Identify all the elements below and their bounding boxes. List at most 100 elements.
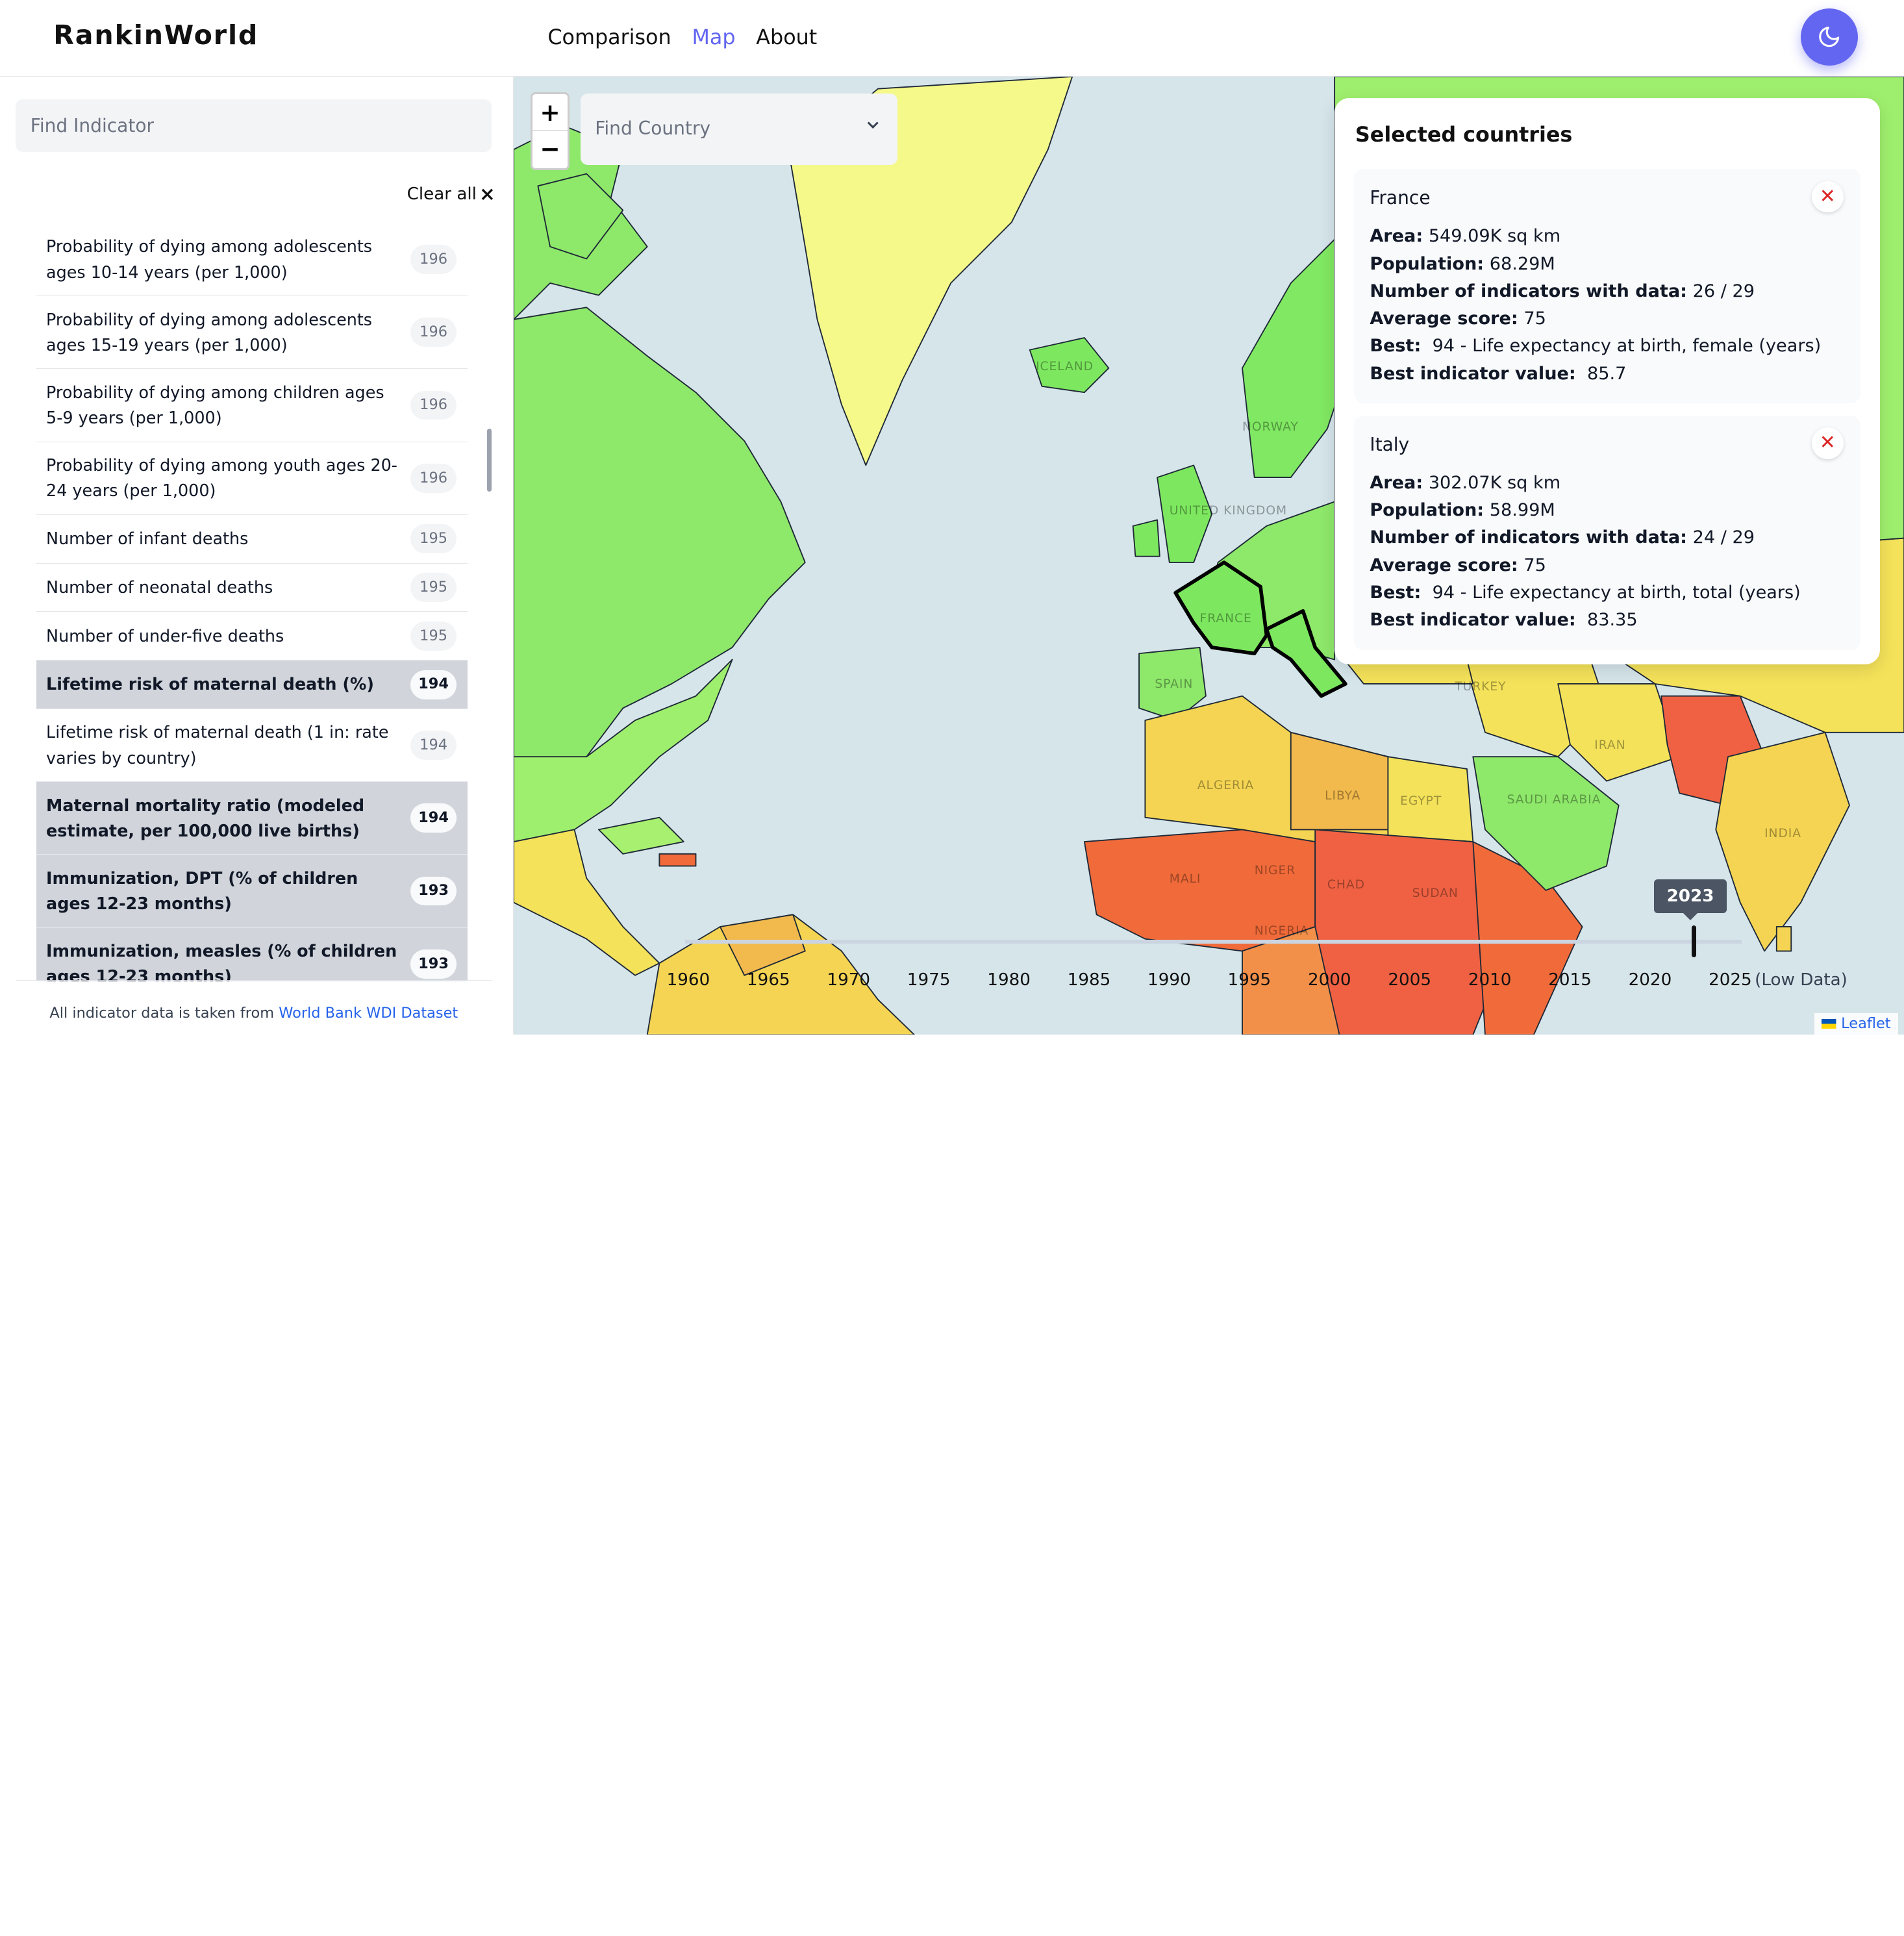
nav-comparison[interactable]: Comparison xyxy=(547,25,671,49)
nav-map[interactable]: Map xyxy=(692,25,735,49)
indicator-item[interactable]: Lifetime risk of maternal death (1 in: r… xyxy=(36,709,468,783)
indicator-count-badge: 195 xyxy=(410,573,457,602)
map-label-niger: NIGER xyxy=(1254,863,1296,877)
population-value: 58.99M xyxy=(1489,500,1555,521)
top-header: RankinWorld Comparison Map About xyxy=(0,0,1904,77)
zoom-control: + − xyxy=(531,92,570,170)
indicator-count-badge: 195 xyxy=(410,524,457,554)
zoom-out-button[interactable]: − xyxy=(532,131,568,167)
average-score-value: 75 xyxy=(1523,555,1546,575)
indicator-item[interactable]: Number of infant deaths 195 xyxy=(36,515,468,564)
close-icon: ✕ xyxy=(1819,431,1836,455)
indicator-count-badge: 193 xyxy=(410,876,457,906)
indicator-item[interactable]: Probability of dying among children ages… xyxy=(36,369,468,442)
indicator-list-scrollbar[interactable] xyxy=(486,429,492,492)
year-tick[interactable]: 2025 xyxy=(1709,970,1752,990)
year-tick[interactable]: 2000 xyxy=(1308,970,1351,990)
population-label: Population: xyxy=(1370,253,1484,274)
indicator-label: Probability of dying among adolescents a… xyxy=(46,309,373,355)
year-tick[interactable]: 2020 xyxy=(1629,970,1672,990)
indicator-label: Probability of dying among adolescents a… xyxy=(46,236,373,282)
indicator-label: Lifetime risk of maternal death (%) xyxy=(46,674,375,694)
year-tick[interactable]: 1975 xyxy=(907,970,951,990)
map-label-libya: LIBYA xyxy=(1325,789,1361,803)
year-tick[interactable]: 2015 xyxy=(1548,970,1592,990)
indicator-count-badge: 194 xyxy=(410,803,457,833)
app-logo[interactable]: RankinWorld xyxy=(53,19,258,51)
indicator-item[interactable]: Probability of dying among adolescents a… xyxy=(36,223,468,297)
indicator-label: Probability of dying among children ages… xyxy=(46,382,384,428)
year-tick[interactable]: 1995 xyxy=(1228,970,1271,990)
indicators-label: Number of indicators with data: xyxy=(1370,281,1688,301)
world-map[interactable]: ICELAND NORWAY UNITED KINGDOM FRANCE SPA… xyxy=(514,76,1904,1035)
remove-country-button[interactable]: ✕ xyxy=(1812,427,1844,459)
year-tick[interactable]: 1965 xyxy=(747,970,790,990)
map-label-uk: UNITED KINGDOM xyxy=(1169,504,1288,518)
wdi-dataset-link[interactable]: World Bank WDI Dataset xyxy=(279,1005,458,1022)
indicator-label: Immunization, measles (% of children age… xyxy=(46,940,397,981)
year-tick[interactable]: 1980 xyxy=(987,970,1031,990)
zoom-in-button[interactable]: + xyxy=(532,94,568,131)
map-label-sudan: SUDAN xyxy=(1412,886,1459,901)
app-root: RankinWorld Comparison Map About Clear a… xyxy=(0,0,1904,1035)
indicator-count-badge: 194 xyxy=(410,670,457,699)
country-card: France ✕ Area: 549.09K sq km Population:… xyxy=(1354,168,1860,404)
year-tick[interactable]: 1960 xyxy=(667,970,710,990)
indicator-count-badge: 196 xyxy=(410,245,457,275)
year-timeline-track[interactable] xyxy=(684,940,1742,944)
low-data-label: (Low Data) xyxy=(1755,970,1848,990)
nav-about[interactable]: About xyxy=(756,25,817,49)
map-label-nigeria: NIGERIA xyxy=(1254,924,1309,938)
indicator-item-selected[interactable]: Lifetime risk of maternal death (%) 194 xyxy=(36,660,468,709)
indicator-item-selected[interactable]: Maternal mortality ratio (modeled estima… xyxy=(36,782,468,855)
clear-all-button[interactable]: Clear all xyxy=(407,184,494,204)
data-source-footer: All indicator data is taken from World B… xyxy=(16,980,492,1035)
best-value: 94 - Life expectancy at birth, total (ye… xyxy=(1432,582,1801,603)
close-icon: ✕ xyxy=(1819,184,1836,208)
map-label-india: INDIA xyxy=(1764,827,1801,841)
remove-country-button[interactable]: ✕ xyxy=(1812,181,1844,213)
indicator-item-selected[interactable]: Immunization, measles (% of children age… xyxy=(36,927,468,981)
area-value: 549.09K sq km xyxy=(1428,226,1561,247)
country-select[interactable]: Find Country xyxy=(580,93,897,166)
map-label-chad: CHAD xyxy=(1327,877,1365,892)
indicator-label: Maternal mortality ratio (modeled estima… xyxy=(46,795,365,840)
year-tick[interactable]: 2010 xyxy=(1468,970,1512,990)
indicator-item[interactable]: Probability of dying among adolescents a… xyxy=(36,296,468,370)
area-value: 302.07K sq km xyxy=(1428,472,1561,493)
indicator-count-badge: 195 xyxy=(410,621,457,651)
best-value: 94 - Life expectancy at birth, female (y… xyxy=(1432,336,1822,357)
indicator-count-badge: 196 xyxy=(410,390,457,420)
indicator-search-input[interactable] xyxy=(16,99,492,152)
year-tick[interactable]: 2005 xyxy=(1388,970,1431,990)
year-slider-handle[interactable] xyxy=(1691,925,1697,957)
indicator-count-badge: 194 xyxy=(410,731,457,761)
population-label: Population: xyxy=(1370,500,1484,521)
indicator-item[interactable]: Number of neonatal deaths 195 xyxy=(36,564,468,612)
theme-toggle-button[interactable] xyxy=(1801,8,1859,66)
indicator-item-selected[interactable]: Immunization, DPT (% of children ages 12… xyxy=(36,855,468,928)
leaflet-link: Leaflet xyxy=(1841,1015,1891,1033)
population-value: 68.29M xyxy=(1489,253,1555,274)
year-tick[interactable]: 1985 xyxy=(1068,970,1111,990)
best-indicator-value-label: Best indicator value: xyxy=(1370,610,1576,631)
year-tick[interactable]: 1970 xyxy=(827,970,870,990)
average-score-value: 75 xyxy=(1523,308,1546,329)
indicator-count-badge: 196 xyxy=(410,463,457,493)
panel-title: Selected countries xyxy=(1355,122,1573,147)
indicator-label: Number of neonatal deaths xyxy=(46,577,273,597)
indicator-item[interactable]: Probability of dying among youth ages 20… xyxy=(36,442,468,515)
area-label: Area: xyxy=(1370,472,1423,493)
ukraine-flag-icon xyxy=(1822,1018,1836,1029)
average-score-label: Average score: xyxy=(1370,308,1518,329)
indicator-item[interactable]: Number of under-five deaths 195 xyxy=(36,612,468,661)
indicator-count-badge: 193 xyxy=(410,949,457,979)
map-label-mali: MALI xyxy=(1169,872,1201,886)
map-attribution[interactable]: Leaflet xyxy=(1814,1012,1898,1035)
main-nav: Comparison Map About xyxy=(547,25,817,49)
year-tick[interactable]: 1990 xyxy=(1147,970,1191,990)
clear-all-label: Clear all xyxy=(407,184,477,205)
selected-year-tooltip: 2023 xyxy=(1653,879,1727,921)
best-label: Best: xyxy=(1370,582,1422,603)
map-label-iran: IRAN xyxy=(1594,738,1626,752)
